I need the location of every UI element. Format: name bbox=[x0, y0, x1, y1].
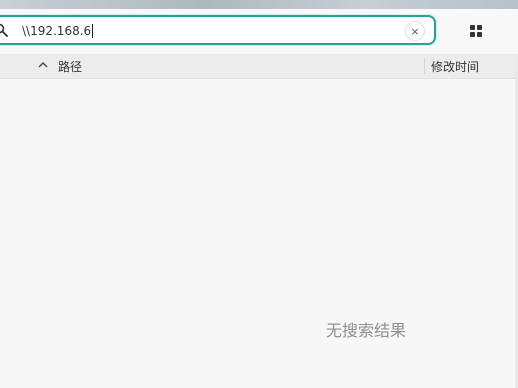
results-area: 无搜索结果 bbox=[0, 79, 518, 388]
chevron-up-icon[interactable] bbox=[37, 59, 49, 71]
search-input[interactable]: \\192.168.6 bbox=[22, 21, 94, 41]
search-query-text: \\192.168.6 bbox=[22, 24, 92, 38]
wallpaper-strip bbox=[0, 0, 518, 9]
column-header-row: 路径 修改时间 bbox=[0, 54, 518, 79]
text-caret bbox=[92, 24, 94, 38]
file-manager-window: \\192.168.6 × 路径 修改时间 无搜索结果 bbox=[0, 0, 518, 388]
column-header-path[interactable]: 路径 bbox=[58, 58, 82, 75]
column-header-modified[interactable]: 修改时间 bbox=[431, 58, 479, 75]
close-icon: × bbox=[410, 24, 420, 38]
search-icon bbox=[0, 23, 8, 37]
clear-search-button[interactable]: × bbox=[406, 22, 424, 40]
column-divider[interactable] bbox=[424, 58, 425, 74]
empty-results-message: 无搜索结果 bbox=[326, 321, 407, 340]
grid-view-icon[interactable] bbox=[469, 24, 483, 38]
